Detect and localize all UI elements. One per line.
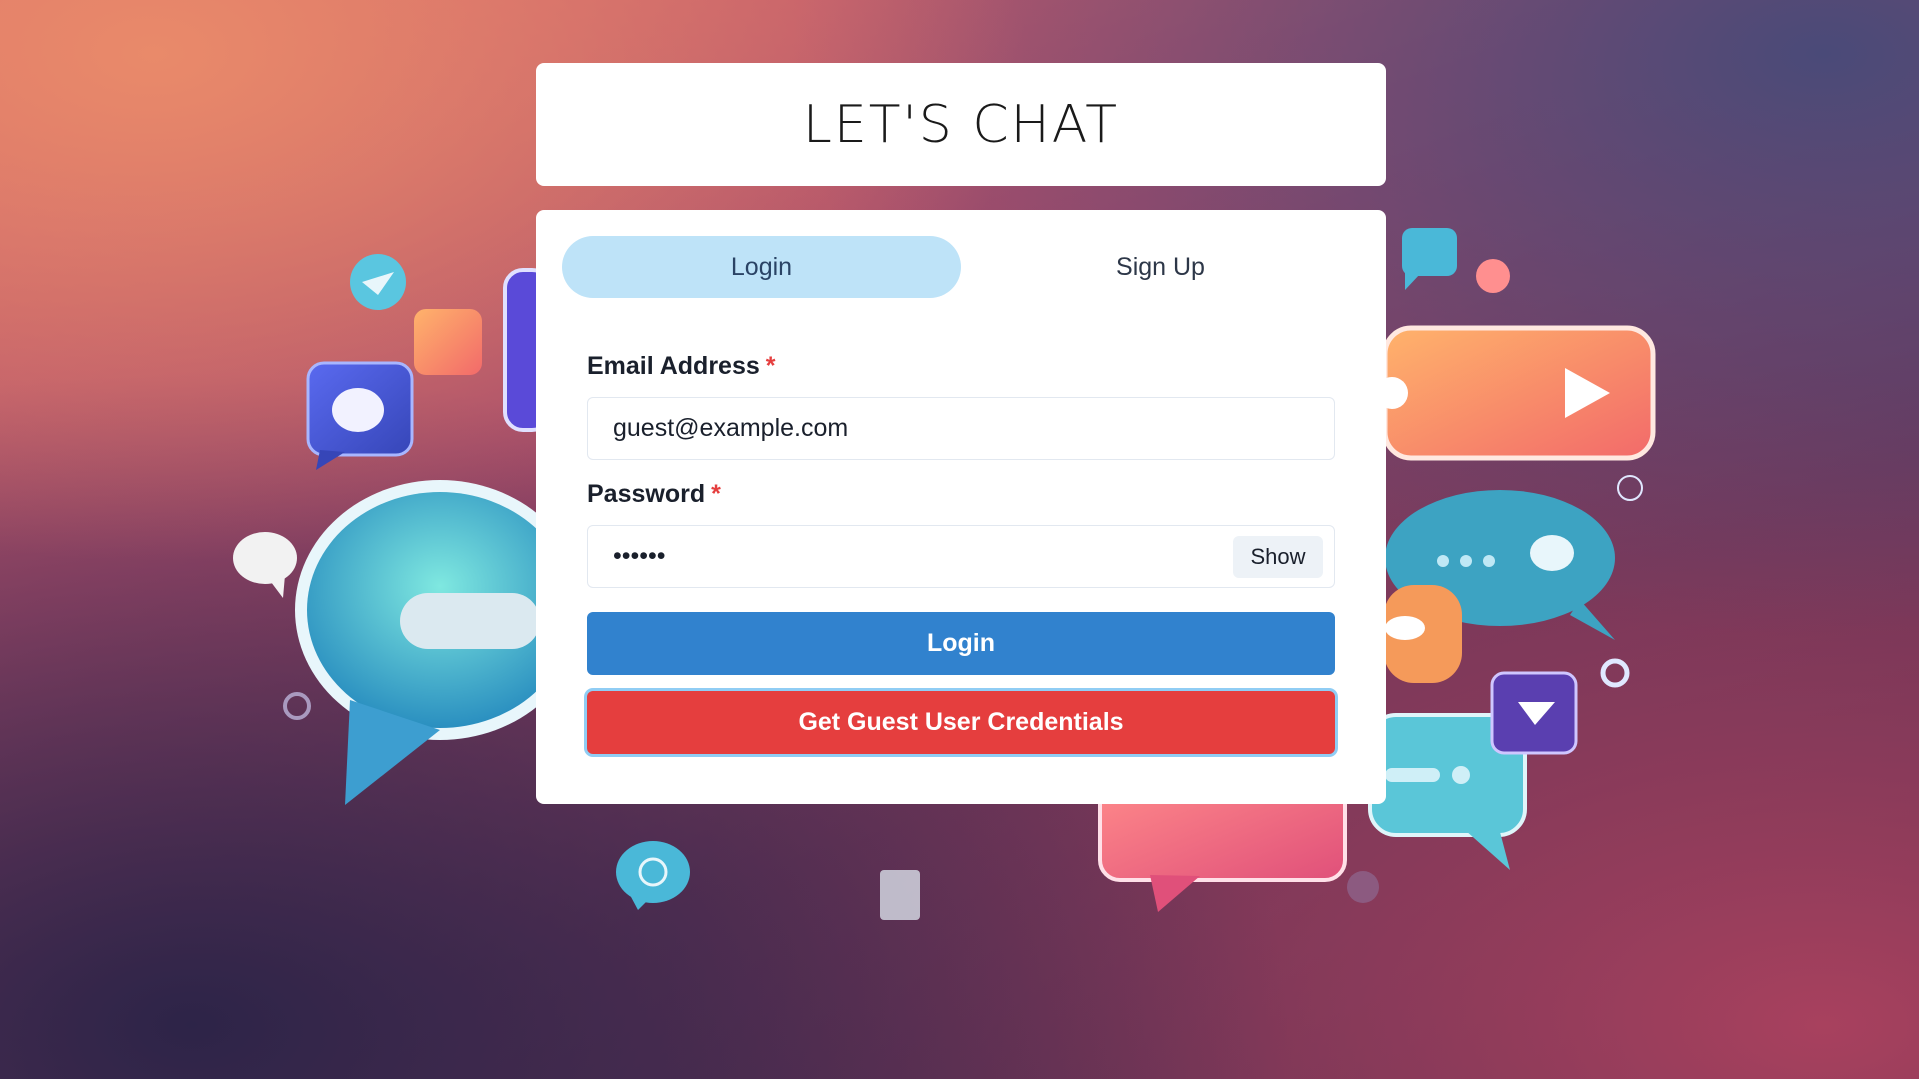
chat-bubble-icon [306, 361, 414, 470]
auth-card: Login Sign Up Email Address* Password* S… [536, 210, 1386, 804]
auth-tabs: Login Sign Up [562, 236, 1360, 298]
tab-login[interactable]: Login [562, 236, 961, 298]
show-password-button[interactable]: Show [1233, 536, 1323, 578]
login-button[interactable]: Login [587, 612, 1335, 675]
send-icon [1490, 671, 1578, 755]
password-field-container: Show [587, 525, 1335, 588]
chat-bubble-icon [1402, 228, 1457, 290]
required-mark: * [765, 352, 776, 380]
password-label: Password * [587, 480, 721, 509]
send-icon [350, 254, 406, 310]
image-icon [414, 309, 482, 375]
app-title-card: LET'S CHAT [536, 63, 1386, 186]
required-mark: * [711, 480, 721, 508]
play-icon [1376, 325, 1656, 461]
app-title: LET'S CHAT [802, 94, 1120, 155]
password-label-text: Password [587, 480, 706, 508]
tab-sign-up[interactable]: Sign Up [961, 236, 1360, 298]
cloud-icon [1384, 585, 1462, 683]
chat-bubble-icon [233, 532, 297, 598]
email-field-container [587, 397, 1335, 460]
guest-credentials-button[interactable]: Get Guest User Credentials [587, 691, 1335, 754]
chat-bubble-icon [616, 841, 690, 910]
email-label: Email Address * [587, 352, 776, 381]
password-field[interactable] [613, 526, 1213, 587]
email-field[interactable] [613, 398, 1213, 459]
email-label-text: Email Address [587, 352, 760, 380]
